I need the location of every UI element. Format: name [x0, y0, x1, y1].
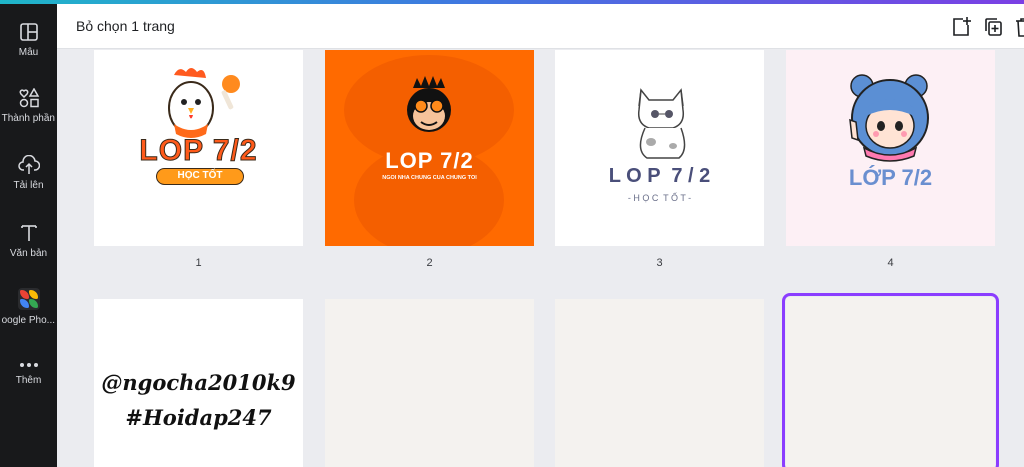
sidebar-item-more[interactable]: Thêm	[0, 360, 57, 420]
duplicate-page-icon[interactable]	[982, 16, 1004, 38]
sidebar-item-label: oogle Pho...	[1, 315, 55, 326]
templates-icon	[19, 23, 38, 41]
page-thumbnail-1[interactable]: LOP 7/2 HỌC TỐT	[94, 50, 303, 246]
page-selection-header: Bỏ chọn 1 trang	[57, 4, 1024, 49]
sidebar-item-uploads[interactable]: Tải lên	[0, 155, 57, 215]
page-thumbnail-2[interactable]: LOP 7/2 NGOI NHA CHUNG CUA CHUNG TOI	[325, 50, 534, 246]
page-number-4: 4	[887, 257, 894, 269]
deselect-pages-button[interactable]: Bỏ chọn 1 trang	[76, 18, 175, 34]
cat-logo-illustration	[637, 88, 686, 159]
page-number-3: 3	[656, 257, 663, 269]
page-3-title: L O P 7 / 2	[608, 165, 711, 187]
google-photos-icon	[17, 288, 40, 310]
page-1-title: LOP 7/2	[139, 134, 258, 168]
page-thumbnail-7[interactable]	[555, 299, 764, 467]
sidebar-item-google-photos[interactable]: oogle Pho...	[0, 288, 57, 348]
sidebar-item-text[interactable]: Văn bản	[0, 223, 57, 283]
page-thumbnail-4[interactable]: LỚP 7/2	[786, 50, 995, 246]
girl-avatar-illustration	[849, 74, 929, 162]
page-thumbnail-6[interactable]	[325, 299, 534, 467]
page-3-subtitle: - H Ọ C T Ố T -	[627, 193, 692, 203]
delete-page-icon[interactable]	[1013, 16, 1024, 38]
page-2-title: LOP 7/2	[385, 148, 474, 173]
more-icon	[19, 363, 38, 367]
top-gradient-bar	[0, 0, 1024, 4]
sidebar-item-label: Thêm	[15, 375, 42, 386]
sidebar-item-label: Thành phần	[1, 113, 55, 124]
page-number-2: 2	[426, 257, 433, 269]
page-5-line-1: @ngocha2010k9	[101, 370, 296, 395]
sidebar-item-label: Văn bản	[9, 248, 48, 259]
page-thumbnail-5[interactable]: @ngocha2010k9 #Hoidap247	[94, 299, 303, 467]
sidebar: Mẫu Thành phần Tải lên Văn bản oogle Pho…	[0, 0, 57, 467]
page-number-1: 1	[195, 257, 202, 269]
upload-icon	[17, 155, 40, 174]
page-4-title: LỚP 7/2	[848, 165, 933, 190]
sidebar-item-elements[interactable]: Thành phần	[0, 88, 57, 148]
text-icon	[20, 225, 37, 241]
page-2-subtitle: NGOI NHA CHUNG CUA CHUNG TOI	[382, 175, 477, 181]
page-thumbnail-3[interactable]: L O P 7 / 2 - H Ọ C T Ố T -	[555, 50, 764, 246]
sidebar-item-templates[interactable]: Mẫu	[0, 22, 57, 82]
elements-icon	[19, 88, 39, 108]
page-5-line-2: #Hoidap247	[125, 405, 272, 430]
sidebar-item-label: Mẫu	[18, 47, 39, 58]
add-page-icon[interactable]	[950, 16, 972, 38]
page-1-subtitle: HỌC TỐT	[156, 168, 244, 185]
page-thumbnail-8[interactable]	[782, 293, 999, 467]
sidebar-item-label: Tải lên	[13, 180, 44, 191]
